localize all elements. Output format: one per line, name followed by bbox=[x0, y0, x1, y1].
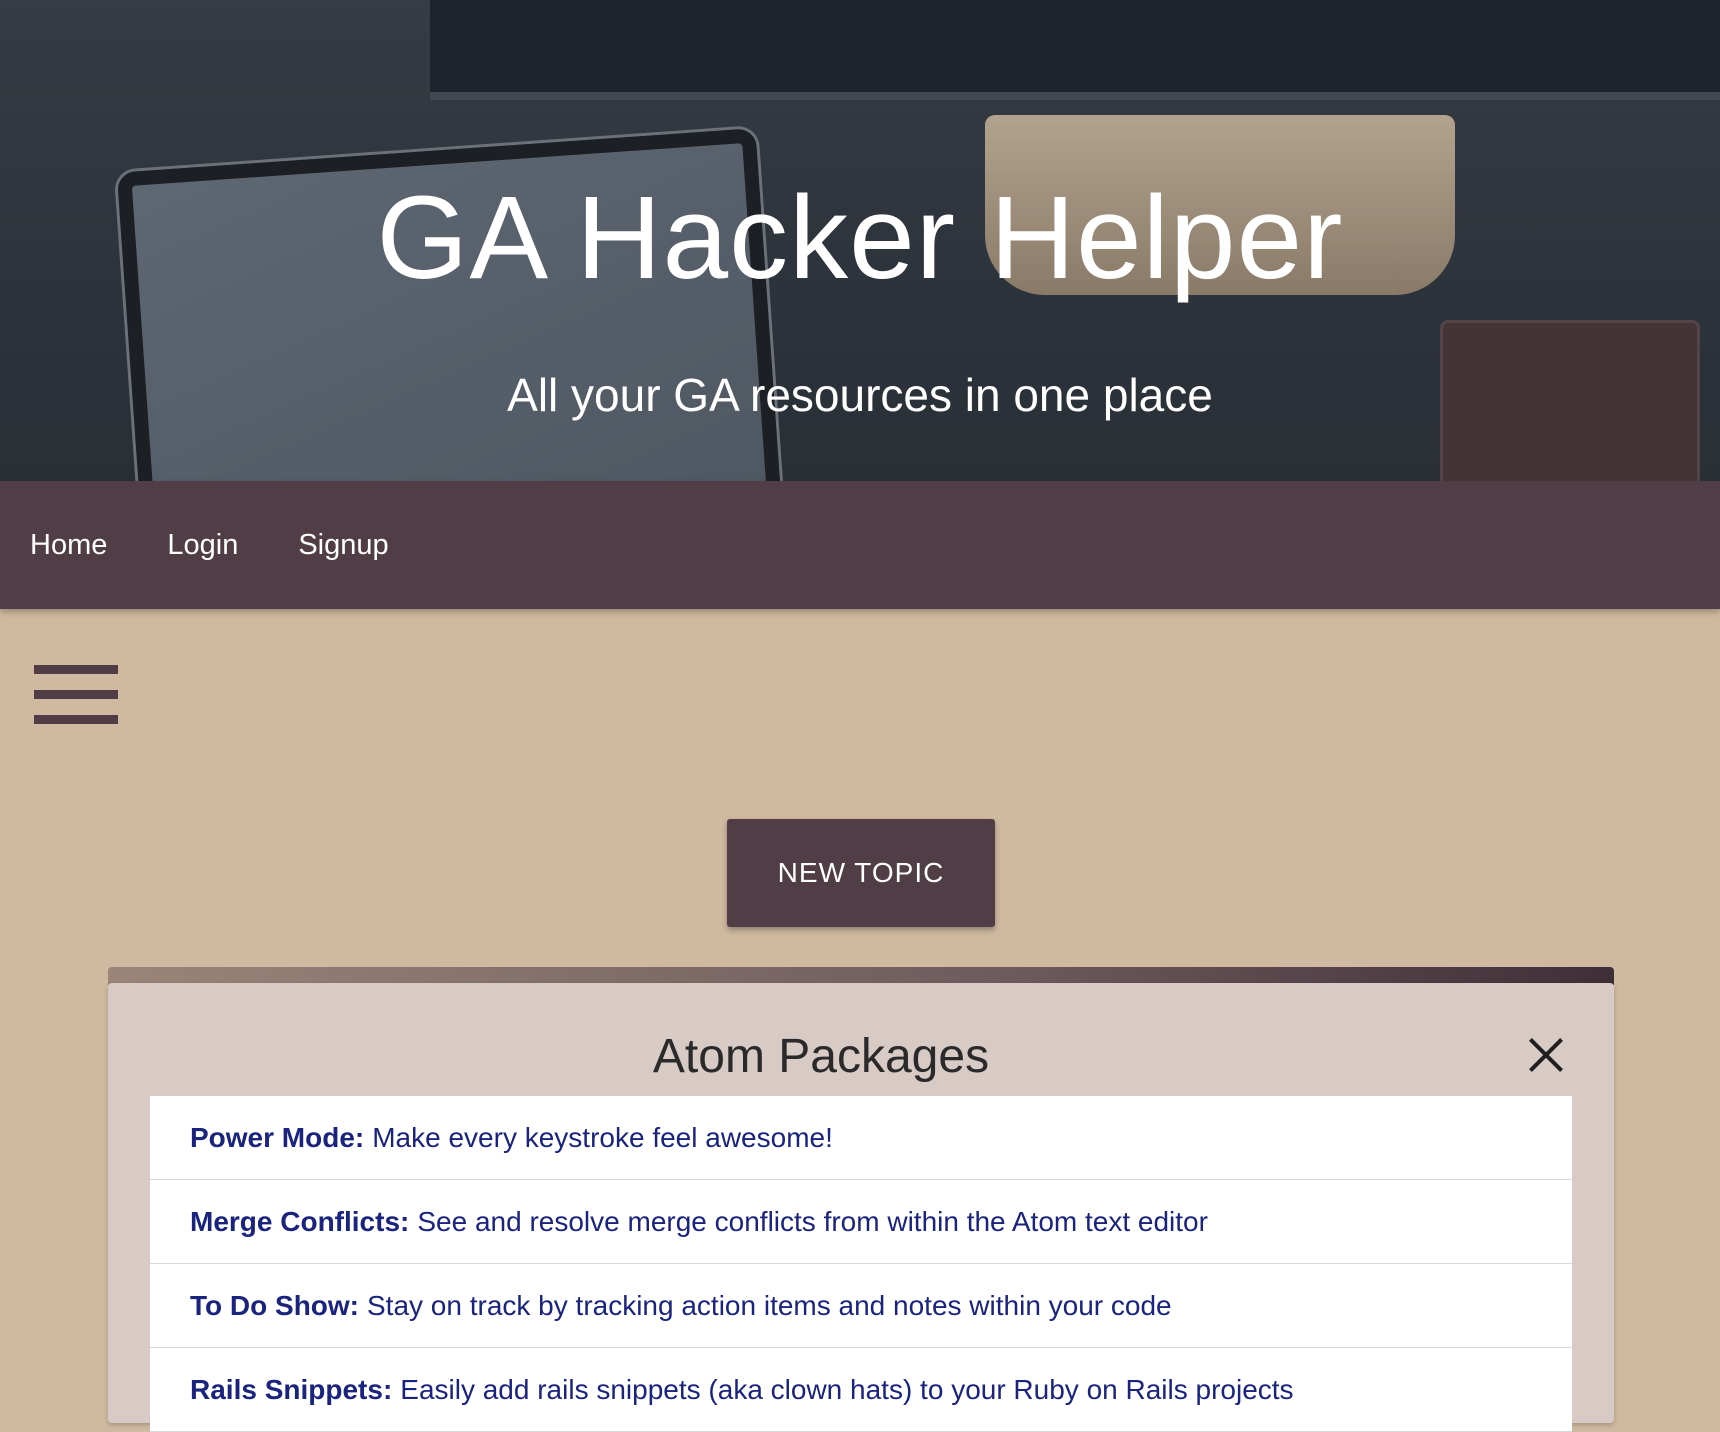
list-item[interactable]: Power Mode: Make every keystroke feel aw… bbox=[150, 1096, 1572, 1180]
close-icon[interactable] bbox=[1524, 1033, 1568, 1077]
hero-banner: GA Hacker Helper All your GA resources i… bbox=[0, 0, 1720, 481]
resource-list: Power Mode: Make every keystroke feel aw… bbox=[150, 1096, 1572, 1432]
card-title: Atom Packages bbox=[652, 1030, 990, 1083]
top-navbar: Home Login Signup bbox=[0, 481, 1720, 609]
resource-name: Rails Snippets: bbox=[190, 1373, 393, 1405]
nav-signup-link[interactable]: Signup bbox=[298, 529, 388, 562]
hero-title: GA Hacker Helper bbox=[376, 172, 1344, 304]
hamburger-bar bbox=[34, 715, 118, 724]
topic-card: Atom Packages Power Mode: Make every key… bbox=[108, 983, 1614, 1432]
nav-home-link[interactable]: Home bbox=[30, 529, 107, 562]
resource-description: Easily add rails snippets (aka clown hat… bbox=[400, 1373, 1294, 1405]
hamburger-bar bbox=[34, 665, 118, 674]
list-item[interactable]: To Do Show: Stay on track by tracking ac… bbox=[150, 1264, 1572, 1348]
hero-subtitle: All your GA resources in one place bbox=[507, 369, 1213, 421]
new-topic-button[interactable]: NEW TOPIC bbox=[727, 819, 995, 927]
resource-description: See and resolve merge conflicts from wit… bbox=[417, 1205, 1208, 1237]
hamburger-menu-icon[interactable] bbox=[34, 665, 118, 725]
resource-name: Power Mode: bbox=[190, 1121, 365, 1153]
list-item[interactable]: Rails Snippets: Easily add rails snippet… bbox=[150, 1348, 1572, 1432]
resource-name: To Do Show: bbox=[190, 1289, 359, 1321]
resource-description: Stay on track by tracking action items a… bbox=[367, 1289, 1172, 1321]
nav-login-link[interactable]: Login bbox=[167, 529, 238, 562]
resource-name: Merge Conflicts: bbox=[190, 1205, 410, 1237]
hamburger-bar bbox=[34, 690, 118, 699]
list-item[interactable]: Merge Conflicts: See and resolve merge c… bbox=[150, 1180, 1572, 1264]
resource-description: Make every keystroke feel awesome! bbox=[372, 1121, 833, 1153]
